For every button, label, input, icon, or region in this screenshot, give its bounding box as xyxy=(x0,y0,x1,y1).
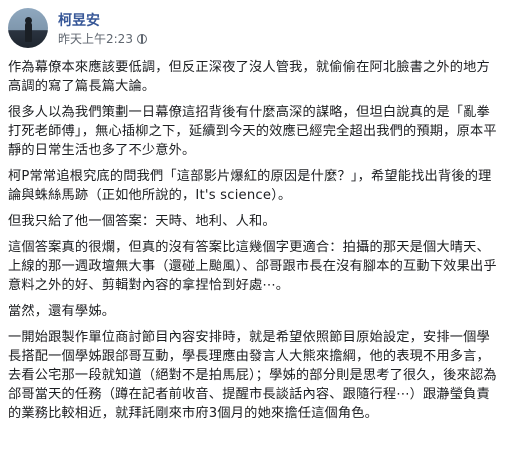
post-paragraph: 柯P常常追根究底的問我們「這部影片爆紅的原因是什麼？」，希望能找出背後的理論與蛛… xyxy=(8,169,492,203)
author-avatar[interactable] xyxy=(8,8,48,48)
post-paragraph: 但我只給了他一個答案：天時、地利、人和。 xyxy=(8,214,276,229)
post-timestamp[interactable]: 昨天上午2:23 xyxy=(58,32,133,46)
post-body: 作為幕僚本來應該要低調，但反正深夜了沒人管我，就偷偷在阿北臉書之外的地方高調的寫… xyxy=(8,58,498,430)
post-paragraph: 這個答案真的很爛，但真的沒有答案比這幾個字更適合：拍攝的那天是個大晴天、上線的那… xyxy=(8,240,497,293)
avatar-figure-body xyxy=(25,22,32,42)
post-paragraph: 一開始跟製作單位商討節目內容安排時，就是希望依照節目原始設定，安排一個學長搭配一… xyxy=(8,330,497,421)
post-paragraph: 當然，還有學姊。 xyxy=(8,304,116,319)
facebook-post: 柯昱安 昨天上午2:23 作為幕僚本來應該要低調，但反正深夜了沒人管我，就偷偷在… xyxy=(0,0,506,456)
post-meta: 昨天上午2:23 xyxy=(58,30,147,47)
post-paragraph: 很多人以為我們策劃一日幕僚這招背後有什麼高深的謀略，但坦白說真的是「亂拳打死老師… xyxy=(8,105,497,158)
post-paragraph: 作為幕僚本來應該要低調，但反正深夜了沒人管我，就偷偷在阿北臉書之外的地方高調的寫… xyxy=(8,60,490,94)
author-name[interactable]: 柯昱安 xyxy=(58,10,100,30)
globe-icon[interactable] xyxy=(136,34,147,44)
